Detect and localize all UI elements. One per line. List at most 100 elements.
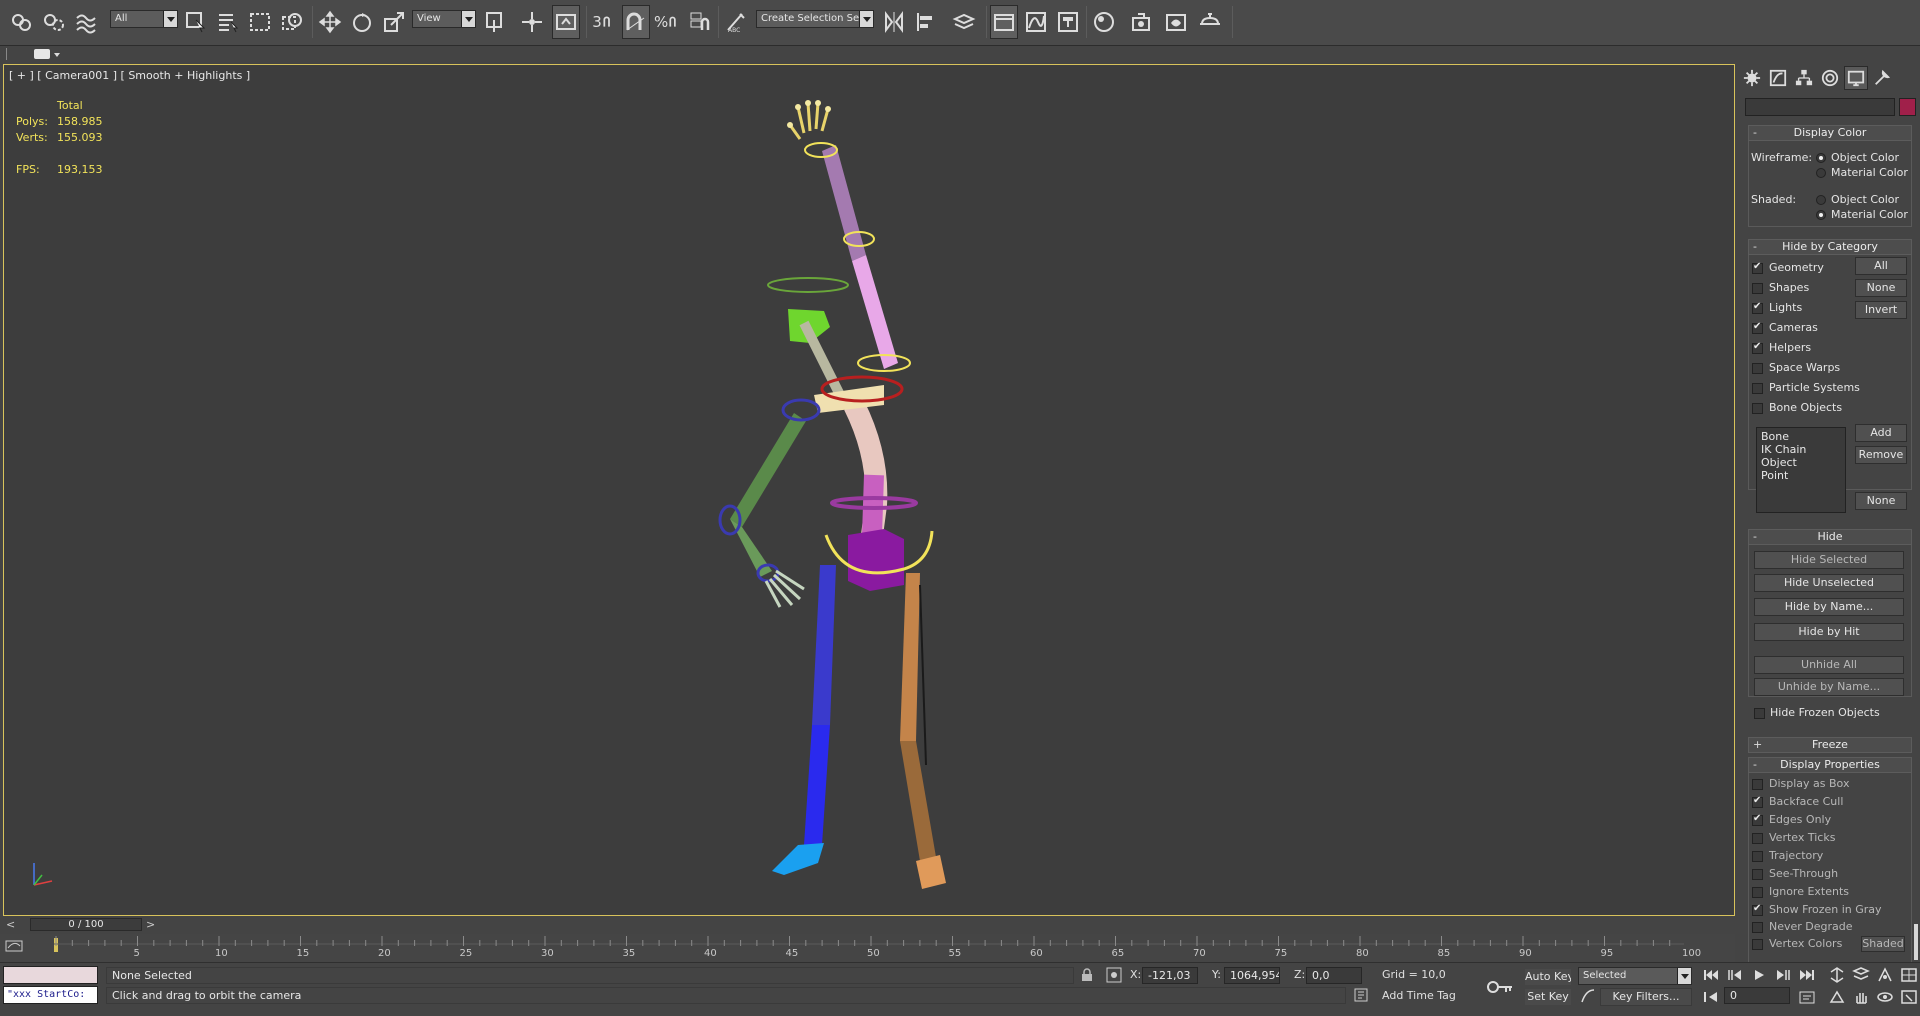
absolute-mode-transform-icon[interactable] [1106, 967, 1122, 983]
bind-to-space-warp-icon[interactable] [72, 5, 100, 39]
min-max-toggle-icon[interactable] [1898, 987, 1920, 1007]
x-coordinate-field[interactable]: -121,03 [1142, 967, 1198, 984]
select-and-move-icon[interactable] [316, 5, 344, 39]
hide-selected-button[interactable]: Hide Selected [1754, 551, 1904, 569]
previous-frame-icon[interactable] [1724, 965, 1746, 985]
viewport-menu-icon[interactable] [34, 49, 50, 59]
category-remove-button[interactable]: Remove [1855, 446, 1907, 464]
vertex-ticks-checkbox[interactable] [1752, 833, 1763, 844]
hide-by-category-rollout-header[interactable]: - Hide by Category [1748, 239, 1912, 255]
hide-by-hit-button[interactable]: Hide by Hit [1754, 623, 1904, 641]
select-object-icon[interactable] [182, 5, 210, 39]
zoom-all-icon[interactable] [1850, 965, 1872, 985]
list-item[interactable]: Bone [1761, 430, 1841, 443]
go-to-end-icon[interactable] [1796, 965, 1818, 985]
window-crossing-icon[interactable] [278, 5, 306, 39]
lights-checkbox[interactable] [1752, 301, 1763, 314]
maxscript-listener-top[interactable] [3, 966, 98, 984]
schematic-view-icon[interactable] [1054, 5, 1082, 39]
hierarchy-tab-icon[interactable] [1792, 66, 1816, 90]
unlink-selection-icon[interactable] [40, 5, 68, 39]
shaded-object-color-radio[interactable] [1816, 195, 1826, 205]
rendered-frame-window-icon[interactable] [1162, 5, 1190, 39]
category-filter-list[interactable]: Bone IK Chain Object Point [1756, 427, 1846, 513]
select-and-link-icon[interactable] [8, 5, 36, 39]
camera-viewport[interactable]: [ + ] [ Camera001 ] [ Smooth + Highlight… [3, 64, 1735, 916]
left-shin-bone[interactable] [900, 741, 936, 861]
hide-frozen-objects-checkbox[interactable] [1754, 708, 1765, 719]
left-thigh-bone[interactable] [900, 573, 920, 741]
time-prev-button[interactable]: < [6, 918, 15, 931]
go-to-start-icon[interactable] [1700, 965, 1722, 985]
display-color-rollout-header[interactable]: - Display Color [1748, 125, 1912, 141]
time-slider[interactable]: < 0 / 100 > [0, 917, 1735, 933]
time-tag-icon[interactable] [1354, 988, 1368, 1002]
hide-rollout-header[interactable]: - Hide [1748, 529, 1912, 545]
key-mode-toggle-icon[interactable] [1700, 987, 1722, 1007]
particle-systems-checkbox[interactable] [1752, 383, 1763, 394]
frame-display[interactable]: 0 / 100 [30, 918, 142, 931]
right-shin-bone[interactable] [804, 725, 830, 845]
keyboard-shortcut-override-icon[interactable] [552, 5, 580, 39]
display-tab-icon[interactable] [1844, 66, 1868, 90]
modify-tab-icon[interactable] [1766, 66, 1790, 90]
curve-editor-icon[interactable] [1022, 5, 1050, 39]
unhide-by-name-button[interactable]: Unhide by Name... [1754, 678, 1904, 696]
select-and-manipulate-icon[interactable] [518, 5, 546, 39]
set-key-icon[interactable] [1486, 977, 1514, 997]
shapes-checkbox[interactable] [1752, 283, 1763, 294]
add-time-tag-button[interactable]: Add Time Tag [1382, 989, 1456, 1002]
mini-curve-editor-icon[interactable] [4, 938, 24, 954]
time-next-button[interactable]: > [146, 918, 155, 931]
display-as-box-checkbox[interactable] [1752, 779, 1763, 790]
edges-only-checkbox[interactable] [1752, 813, 1763, 826]
next-frame-icon[interactable] [1772, 965, 1794, 985]
select-and-rotate-icon[interactable] [348, 5, 376, 39]
character-rig[interactable] [4, 65, 1735, 916]
edit-named-selection-icon[interactable]: ABC [722, 5, 750, 39]
zoom-icon[interactable] [1826, 965, 1848, 985]
key-mode-dropdown[interactable]: Selected [1578, 967, 1692, 985]
auto-key-button[interactable]: Auto Key [1524, 968, 1572, 986]
object-name-field[interactable] [1745, 98, 1895, 116]
hide-unselected-button[interactable]: Hide Unselected [1754, 574, 1904, 592]
selection-lock-icon[interactable] [1080, 968, 1094, 982]
create-tab-icon[interactable] [1740, 66, 1764, 90]
render-setup-icon[interactable] [1128, 5, 1156, 39]
y-coordinate-field[interactable]: 1064,954 [1224, 967, 1280, 984]
geometry-checkbox[interactable] [1752, 261, 1763, 274]
category-none-button[interactable]: None [1855, 279, 1907, 297]
field-of-view-icon[interactable] [1874, 965, 1896, 985]
z-coordinate-field[interactable]: 0,0 [1306, 967, 1362, 984]
unhide-all-button[interactable]: Unhide All [1754, 656, 1904, 674]
motion-tab-icon[interactable] [1818, 66, 1842, 90]
dolly-camera-icon[interactable] [1826, 987, 1848, 1007]
bone-objects-checkbox[interactable] [1752, 403, 1763, 414]
helpers-checkbox[interactable] [1752, 341, 1763, 354]
set-key-button[interactable]: Set Key [1524, 988, 1572, 1006]
see-through-checkbox[interactable] [1752, 869, 1763, 880]
track-bar[interactable]: 5 10 15 20 25 30 35 40 45 50 55 60 65 70 75 80 85 90 95 100 [0, 934, 1735, 962]
reference-coordinate-dropdown[interactable]: View [412, 10, 476, 28]
spinner-snap-toggle-icon[interactable] [686, 5, 714, 39]
maximize-viewport-icon[interactable] [1898, 965, 1920, 985]
maxscript-listener-input[interactable]: "xxx StartCo: [3, 986, 98, 1004]
backface-cull-checkbox[interactable] [1752, 795, 1763, 808]
show-frozen-in-gray-checkbox[interactable] [1752, 903, 1763, 916]
object-color-swatch[interactable] [1899, 98, 1916, 116]
orbit-camera-icon[interactable] [1874, 987, 1896, 1007]
left-upper-arm-bone[interactable] [730, 413, 806, 527]
wireframe-object-color-radio[interactable] [1816, 153, 1826, 163]
percent-snap-toggle-icon[interactable]: % [654, 5, 682, 39]
category-list-none-button[interactable]: None [1855, 492, 1907, 510]
display-properties-rollout-header[interactable]: - Display Properties [1748, 757, 1912, 773]
play-animation-icon[interactable] [1748, 965, 1770, 985]
cameras-checkbox[interactable] [1752, 321, 1763, 334]
manage-layers-icon[interactable] [950, 5, 978, 39]
default-tangent-icon[interactable] [1580, 988, 1596, 1004]
shaded-object-color-label[interactable]: Object Color [1831, 193, 1899, 206]
render-production-icon[interactable] [1196, 5, 1224, 39]
utilities-tab-icon[interactable] [1870, 66, 1894, 90]
use-pivot-point-center-icon[interactable] [482, 5, 510, 39]
select-and-scale-icon[interactable] [380, 5, 408, 39]
